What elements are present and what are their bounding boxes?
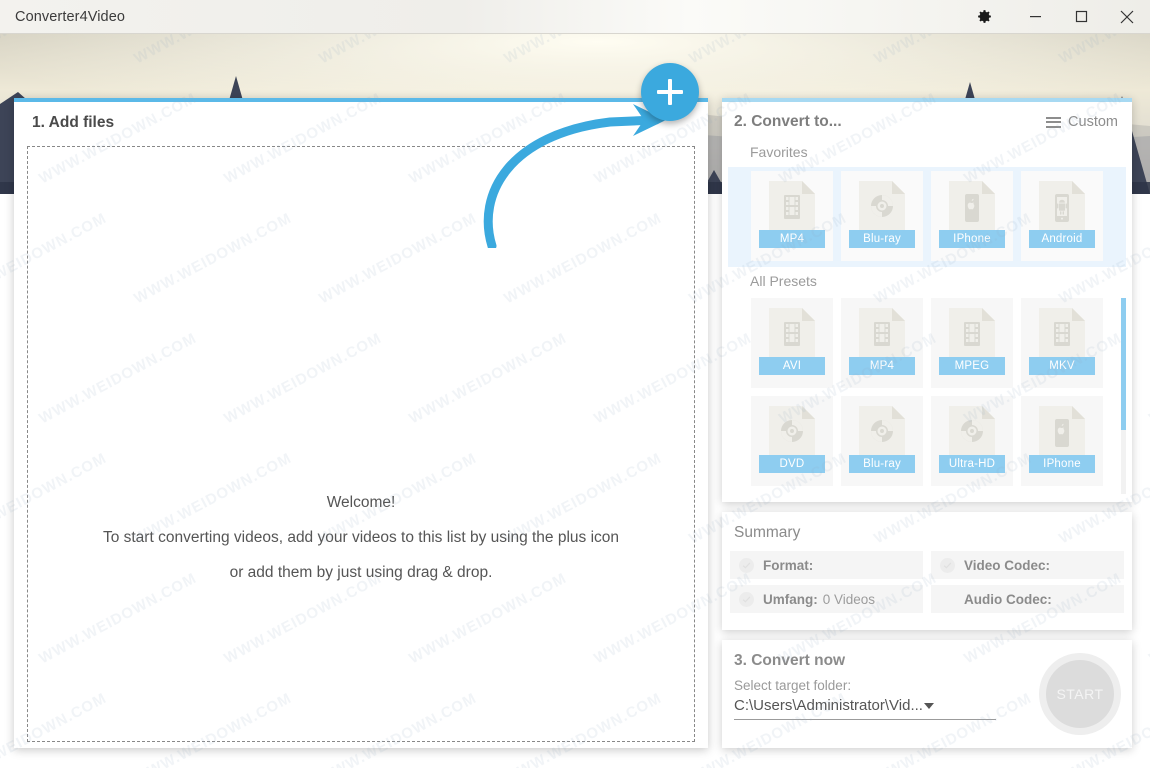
maximize-icon — [1075, 10, 1088, 23]
summary-format-row: Format: — [730, 551, 923, 579]
app-title: Converter4Video — [15, 8, 126, 25]
welcome-line-2: To start converting videos, add your vid… — [102, 529, 620, 546]
window-controls — [956, 0, 1150, 34]
all-presets-grid: AVI MP4 MPEG MKV DVD Blu-ray Ultra-HD IP… — [728, 296, 1126, 494]
preset-tile-iphone-fav[interactable]: IPhone — [931, 171, 1013, 261]
presets-scrollbar[interactable] — [1121, 298, 1126, 494]
check-circle-icon — [940, 592, 955, 607]
preset-label: IPhone — [1029, 455, 1095, 473]
convert-to-heading: 2. Convert to... — [734, 113, 842, 130]
preset-tile-mpeg[interactable]: MPEG — [931, 298, 1013, 388]
summary-title: Summary — [734, 524, 801, 541]
all-presets-label: All Presets — [750, 273, 817, 289]
preset-label: AVI — [759, 357, 825, 375]
preset-label: MP4 — [759, 230, 825, 248]
check-circle-icon — [739, 557, 754, 573]
summary-panel: Summary Format: Video Codec: Umfang: 0 V… — [722, 512, 1132, 630]
summary-video-codec-label: Video Codec: — [964, 557, 1051, 573]
preset-row: DVD Blu-ray Ultra-HD IPhone — [728, 396, 1126, 486]
target-folder-value: C:\Users\Administrator\Vid... — [734, 697, 923, 714]
preset-label: Ultra-HD — [939, 455, 1005, 473]
summary-format-label: Format: — [763, 557, 814, 573]
preset-tile-android-fav[interactable]: Android — [1021, 171, 1103, 261]
convert-to-panel: 2. Convert to... Custom Favorites MP4 Bl… — [722, 98, 1132, 502]
summary-umfang-row: Umfang: 0 Videos — [730, 585, 923, 613]
summary-grid: Format: Video Codec: Umfang: 0 Videos Au… — [722, 551, 1132, 623]
convert-to-header: 2. Convert to... Custom — [722, 102, 1132, 135]
preset-label: IPhone — [939, 230, 1005, 248]
preset-label: MKV — [1029, 357, 1095, 375]
preset-label: Blu-ray — [849, 230, 915, 248]
favorites-strip: MP4 Blu-ray IPhone Android — [728, 167, 1126, 267]
add-files-button[interactable] — [641, 63, 699, 121]
preset-tile-ultrahd[interactable]: Ultra-HD — [931, 396, 1013, 486]
chevron-down-icon — [923, 702, 934, 709]
scrollbar-thumb[interactable] — [1121, 298, 1126, 430]
preset-label: MPEG — [939, 357, 1005, 375]
favorites-label: Favorites — [750, 144, 808, 160]
target-folder-select[interactable]: C:\Users\Administrator\Vid... — [734, 697, 996, 720]
minimize-button[interactable] — [1012, 0, 1058, 34]
summary-audio-codec-row: Audio Codec: — [931, 585, 1124, 613]
hamburger-icon — [1046, 116, 1062, 128]
preset-tile-mkv[interactable]: MKV — [1021, 298, 1103, 388]
summary-video-codec-row: Video Codec: — [931, 551, 1124, 579]
check-circle-icon — [739, 591, 754, 607]
summary-umfang-value: 0 Videos — [822, 591, 876, 607]
preset-tile-avi[interactable]: AVI — [751, 298, 833, 388]
summary-audio-codec-label: Audio Codec: — [964, 591, 1052, 607]
preset-label: Blu-ray — [849, 455, 915, 473]
title-bar: Converter4Video — [0, 0, 1150, 34]
settings-button[interactable] — [956, 0, 1012, 34]
summary-umfang-label: Umfang: — [763, 591, 818, 607]
start-label: START — [1056, 686, 1104, 702]
close-icon — [1120, 10, 1134, 24]
preset-tile-bluray-fav[interactable]: Blu-ray — [841, 171, 923, 261]
preset-row: AVI MP4 MPEG MKV — [728, 298, 1126, 388]
preset-tile-mp4-fav[interactable]: MP4 — [751, 171, 833, 261]
welcome-message: Welcome! To start converting videos, add… — [28, 485, 694, 590]
start-button[interactable]: START — [1046, 660, 1114, 728]
welcome-line-3: or add them by just using drag & drop. — [229, 564, 493, 581]
custom-label: Custom — [1068, 114, 1118, 130]
minimize-icon — [1029, 10, 1042, 23]
custom-button[interactable]: Custom — [1046, 114, 1118, 130]
watermark-text: WWW.WEIDOWN.COM — [1146, 329, 1150, 428]
welcome-line-1: Welcome! — [326, 494, 396, 511]
convert-now-panel: 3. Convert now Select target folder: C:\… — [722, 640, 1132, 748]
preset-label: Android — [1029, 230, 1095, 248]
preset-label: MP4 — [849, 357, 915, 375]
close-button[interactable] — [1104, 0, 1150, 34]
app-window: Converter4Video 1. Add files Welcome! To… — [0, 0, 1150, 768]
gear-icon — [976, 8, 993, 25]
preset-tile-iphone[interactable]: IPhone — [1021, 396, 1103, 486]
check-circle-icon — [940, 557, 955, 573]
watermark-text: WWW.WEIDOWN.COM — [1146, 569, 1150, 668]
preset-tile-dvd[interactable]: DVD — [751, 396, 833, 486]
preset-tile-mp4[interactable]: MP4 — [841, 298, 923, 388]
preset-label: DVD — [759, 455, 825, 473]
preset-tile-bluray[interactable]: Blu-ray — [841, 396, 923, 486]
maximize-button[interactable] — [1058, 0, 1104, 34]
